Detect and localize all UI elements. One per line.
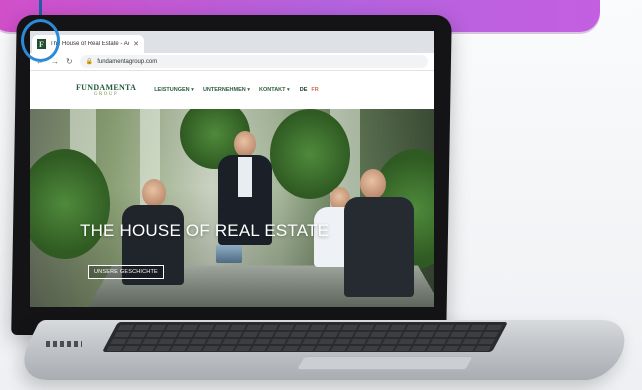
- lang-fr[interactable]: FR: [311, 87, 318, 93]
- lock-icon: 🔒: [85, 59, 94, 65]
- url-text: fundamentagroup.com: [97, 58, 158, 65]
- forward-icon[interactable]: →: [51, 57, 59, 66]
- hero-title: THE HOUSE OF REAL ESTATE: [80, 221, 330, 240]
- small-laptop: [216, 245, 242, 263]
- site-logo[interactable]: FUNDAMENTA GROUP: [76, 83, 136, 97]
- person-head: [360, 169, 386, 199]
- person-head: [234, 131, 256, 157]
- language-switch: DE FR: [300, 87, 319, 93]
- close-icon[interactable]: ✕: [133, 40, 139, 48]
- nav-item-leistungen[interactable]: LEISTUNGEN ▾: [154, 87, 194, 93]
- logo-sub-text: GROUP: [93, 92, 119, 97]
- person-head: [142, 179, 166, 207]
- key-row: [110, 339, 495, 344]
- plant: [30, 149, 110, 259]
- site-nav: LEISTUNGEN ▾ UNTERNEHMEN ▾ KONTAKT ▾: [154, 87, 290, 93]
- lang-de[interactable]: DE: [300, 87, 308, 93]
- key-row: [117, 325, 503, 330]
- key-row: [106, 346, 492, 351]
- favicon-highlight-circle: [21, 19, 60, 62]
- hero-image: THE HOUSE OF REAL ESTATE UNSERE GESCHICH…: [30, 109, 434, 307]
- reload-icon[interactable]: ↻: [66, 57, 73, 66]
- browser-tab-bar: F The House of Real Estate - Acon ✕: [30, 31, 434, 53]
- url-field[interactable]: 🔒 fundamentagroup.com: [79, 55, 428, 68]
- tab-title: The House of Real Estate - Acon: [50, 41, 130, 47]
- trackpad: [295, 356, 475, 370]
- nav-item-kontakt[interactable]: KONTAKT ▾: [259, 87, 290, 93]
- site-header: FUNDAMENTA GROUP LEISTUNGEN ▾ UNTERNEHME…: [30, 71, 434, 109]
- hero-story-button[interactable]: UNSERE GESCHICHTE: [88, 265, 164, 279]
- logo-main-text: FUNDAMENTA: [76, 83, 137, 92]
- nav-item-unternehmen[interactable]: UNTERNEHMEN ▾: [203, 87, 250, 93]
- plant: [270, 109, 350, 199]
- key-row: [114, 332, 499, 337]
- keyboard: [102, 322, 508, 352]
- person-body: [344, 197, 414, 297]
- person-shirt: [238, 157, 252, 197]
- address-bar: ← → ↻ 🔒 fundamentagroup.com: [30, 53, 434, 71]
- side-ports: [46, 341, 82, 347]
- laptop-screen: F The House of Real Estate - Acon ✕ ← → …: [30, 31, 434, 307]
